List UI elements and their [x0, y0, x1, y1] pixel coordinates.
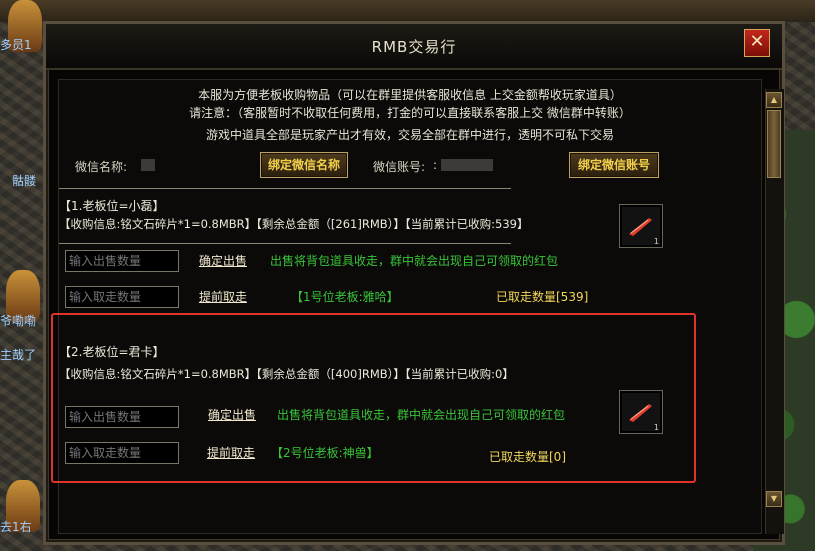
wechat-account-label: 微信账号: — [373, 160, 426, 174]
red-blade-fragment-icon — [629, 218, 652, 236]
scroll-up-arrow-icon[interactable]: ▲ — [766, 92, 782, 108]
advance-withdraw-link[interactable]: 提前取走 — [199, 288, 247, 305]
top-status-strip — [0, 0, 815, 22]
notice-line: 游戏中道具全部是玩家产出才有效，交易全部在群中进行，透明不可私下交易 — [205, 128, 614, 142]
wechat-account-value — [441, 159, 493, 171]
dialog-title: RMB交易行 — [371, 38, 457, 56]
bg-name-label: 骷髅 — [12, 174, 37, 188]
dialog-title-bar[interactable]: RMB交易行 ✕ — [46, 24, 782, 70]
divider — [59, 243, 511, 244]
scrollbar-thumb[interactable] — [767, 110, 781, 178]
item-quantity: 1 — [653, 237, 659, 246]
item-slot[interactable]: 1 — [619, 204, 663, 248]
confirm-sell-link[interactable]: 确定出售 — [199, 252, 247, 269]
withdrawn-count: 已取走数量[539] — [496, 290, 589, 304]
section-purchase-info: 【收购信息:铭文石碎片*1=0.8MBR】【剩余总金额（[261]RMB）】【当… — [59, 217, 529, 231]
sell-note: 出售将背包道具收走，群中就会出现自己可领取的红包 — [270, 254, 559, 268]
bg-name-label: 去1右 — [0, 520, 32, 534]
sell-quantity-input[interactable] — [65, 250, 179, 272]
close-button[interactable]: ✕ — [744, 29, 770, 57]
bind-wechat-name-button[interactable]: 绑定微信名称 — [260, 152, 348, 178]
bg-name-label: 主哉了 — [0, 348, 37, 362]
boss-tag: 【1号位老板:雅哈】 — [291, 290, 399, 304]
divider — [59, 188, 511, 189]
wechat-name-value — [141, 159, 155, 171]
wechat-account-prefix: : — [433, 158, 438, 172]
scroll-down-arrow-icon[interactable]: ▼ — [766, 491, 782, 507]
withdraw-quantity-input[interactable] — [65, 286, 179, 308]
section-title: 【1.老板位=小磊】 — [59, 199, 165, 213]
bg-name-label: 多员1 — [0, 38, 32, 52]
notice-line: 本服为方便老板收购物品（可以在群里提供客服收信息 上交金额帮收玩家道具） — [198, 88, 622, 102]
bg-name-label: 爷嘞嘞 — [0, 314, 37, 328]
notice-line: 请注意：（客服暂时不收取任何费用，打金的可以直接联系客服上交 微信群中转账） — [189, 106, 631, 120]
close-icon: ✕ — [749, 31, 765, 52]
section-2-highlight-box — [51, 313, 696, 483]
bind-wechat-account-button[interactable]: 绑定微信账号 — [569, 152, 659, 178]
wechat-name-label: 微信名称: — [75, 160, 128, 174]
